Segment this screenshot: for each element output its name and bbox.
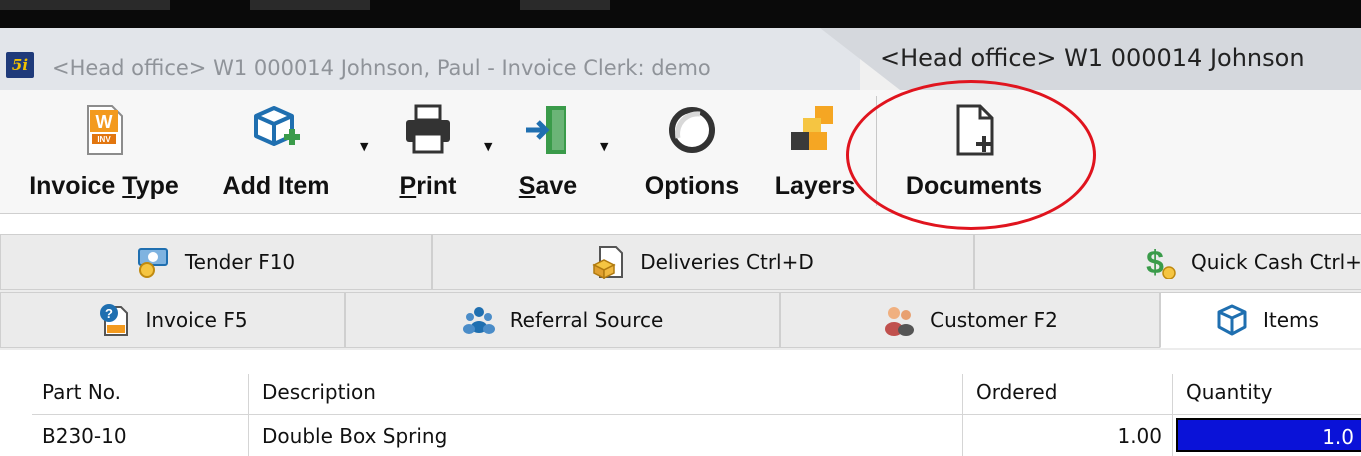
documents-button[interactable]: Documents	[894, 90, 1054, 214]
tab-deliveries-label: Deliveries Ctrl+D	[640, 250, 814, 274]
tab-quick-cash-label: Quick Cash Ctrl+	[1191, 250, 1361, 274]
active-window-title: <Head office> W1 000014 Johnson	[880, 44, 1305, 72]
documents-label: Documents	[905, 172, 1043, 200]
window-tab-inactive[interactable]: 5i <Head office> W1 000014 Johnson, Paul…	[0, 28, 860, 90]
tab-items[interactable]: Items	[1160, 292, 1361, 348]
tab-customer-label: Customer F2	[930, 308, 1058, 332]
inactive-window-title: <Head office> W1 000014 Johnson, Paul - …	[52, 56, 711, 80]
tab-quick-cash[interactable]: $ Quick Cash Ctrl+	[974, 234, 1361, 290]
items-cube-icon	[1217, 304, 1247, 336]
tab-invoice-label: Invoice F5	[145, 308, 248, 332]
tender-money-icon	[137, 248, 168, 278]
options-label: Options	[644, 172, 740, 200]
invoice-type-label: Invoice Type	[29, 172, 179, 200]
column-divider	[962, 374, 963, 456]
column-header-part-no[interactable]: Part No.	[42, 380, 121, 404]
svg-text:?: ?	[105, 306, 113, 321]
save-label: Save	[518, 172, 578, 200]
quick-cash-dollar-icon: $	[1146, 245, 1176, 279]
document-add-icon	[956, 104, 994, 156]
items-grid: Part No. Description Ordered Quantity B2…	[0, 350, 1361, 456]
customer-people-icon	[885, 307, 915, 336]
save-exit-door-icon	[526, 106, 566, 154]
tab-invoice[interactable]: ? Invoice F5	[0, 292, 345, 348]
save-button[interactable]: Save	[498, 90, 598, 214]
background-window-strip	[0, 0, 1361, 28]
cell-ordered: 1.00	[1117, 424, 1162, 448]
tab-referral-source-label: Referral Source	[509, 308, 664, 332]
column-header-ordered[interactable]: Ordered	[976, 380, 1057, 404]
print-dropdown-arrow[interactable]: ▼	[484, 140, 492, 153]
svg-text:INV: INV	[97, 135, 111, 144]
toolbar-separator	[876, 96, 877, 206]
deliveries-box-icon	[592, 246, 624, 279]
title-bar: 5i <Head office> W1 000014 Johnson, Paul…	[0, 28, 1361, 90]
tab-tender-label: Tender F10	[184, 250, 296, 274]
tab-tender[interactable]: Tender F10	[0, 234, 432, 290]
svg-text:$: $	[1146, 245, 1164, 279]
layers-icon	[791, 106, 833, 150]
column-header-quantity[interactable]: Quantity	[1186, 380, 1272, 404]
add-item-dropdown-arrow[interactable]: ▼	[360, 140, 368, 153]
print-label: Print	[399, 172, 457, 200]
tab-row-1: Tender F10 Deliveries Ctrl+D $ Quick Cas…	[0, 234, 1361, 290]
add-item-cube-icon	[254, 106, 300, 146]
tab-row-2: ? Invoice F5 Referral Source Customer F2…	[0, 292, 1361, 348]
layers-button[interactable]: Layers	[768, 90, 862, 214]
referral-group-icon	[462, 307, 495, 334]
quantity-value: 1.0	[1322, 425, 1354, 449]
column-divider	[248, 374, 249, 456]
invoice-type-icon: W INV	[87, 105, 123, 155]
printer-icon	[406, 104, 450, 154]
tab-customer[interactable]: Customer F2	[780, 292, 1160, 348]
app-logo-icon: 5i	[6, 52, 34, 78]
options-button[interactable]: Options	[632, 90, 752, 214]
quantity-input[interactable]: 1.0	[1176, 418, 1361, 452]
cell-description: Double Box Spring	[262, 424, 448, 448]
save-dropdown-arrow[interactable]: ▼	[600, 140, 608, 153]
svg-text:W: W	[96, 112, 113, 132]
column-header-description[interactable]: Description	[262, 380, 376, 404]
tab-items-label: Items	[1263, 308, 1319, 332]
layers-label: Layers	[774, 172, 856, 200]
cell-part-no: B230-10	[42, 424, 127, 448]
tab-deliveries[interactable]: Deliveries Ctrl+D	[432, 234, 974, 290]
ribbon-toolbar: W INV Invoice Type Add Item Print Save O…	[0, 90, 1361, 214]
tab-referral-source[interactable]: Referral Source	[345, 292, 780, 348]
print-button[interactable]: Print	[380, 90, 476, 214]
options-circle-icon	[669, 107, 715, 153]
invoice-type-button[interactable]: W INV Invoice Type	[14, 90, 194, 214]
add-item-button[interactable]: Add Item	[206, 90, 346, 214]
invoice-help-icon: ?	[100, 304, 129, 336]
column-divider	[1172, 374, 1173, 456]
function-tabs: Tender F10 Deliveries Ctrl+D $ Quick Cas…	[0, 234, 1361, 350]
add-item-label: Add Item	[222, 172, 330, 200]
header-divider	[32, 414, 1361, 415]
